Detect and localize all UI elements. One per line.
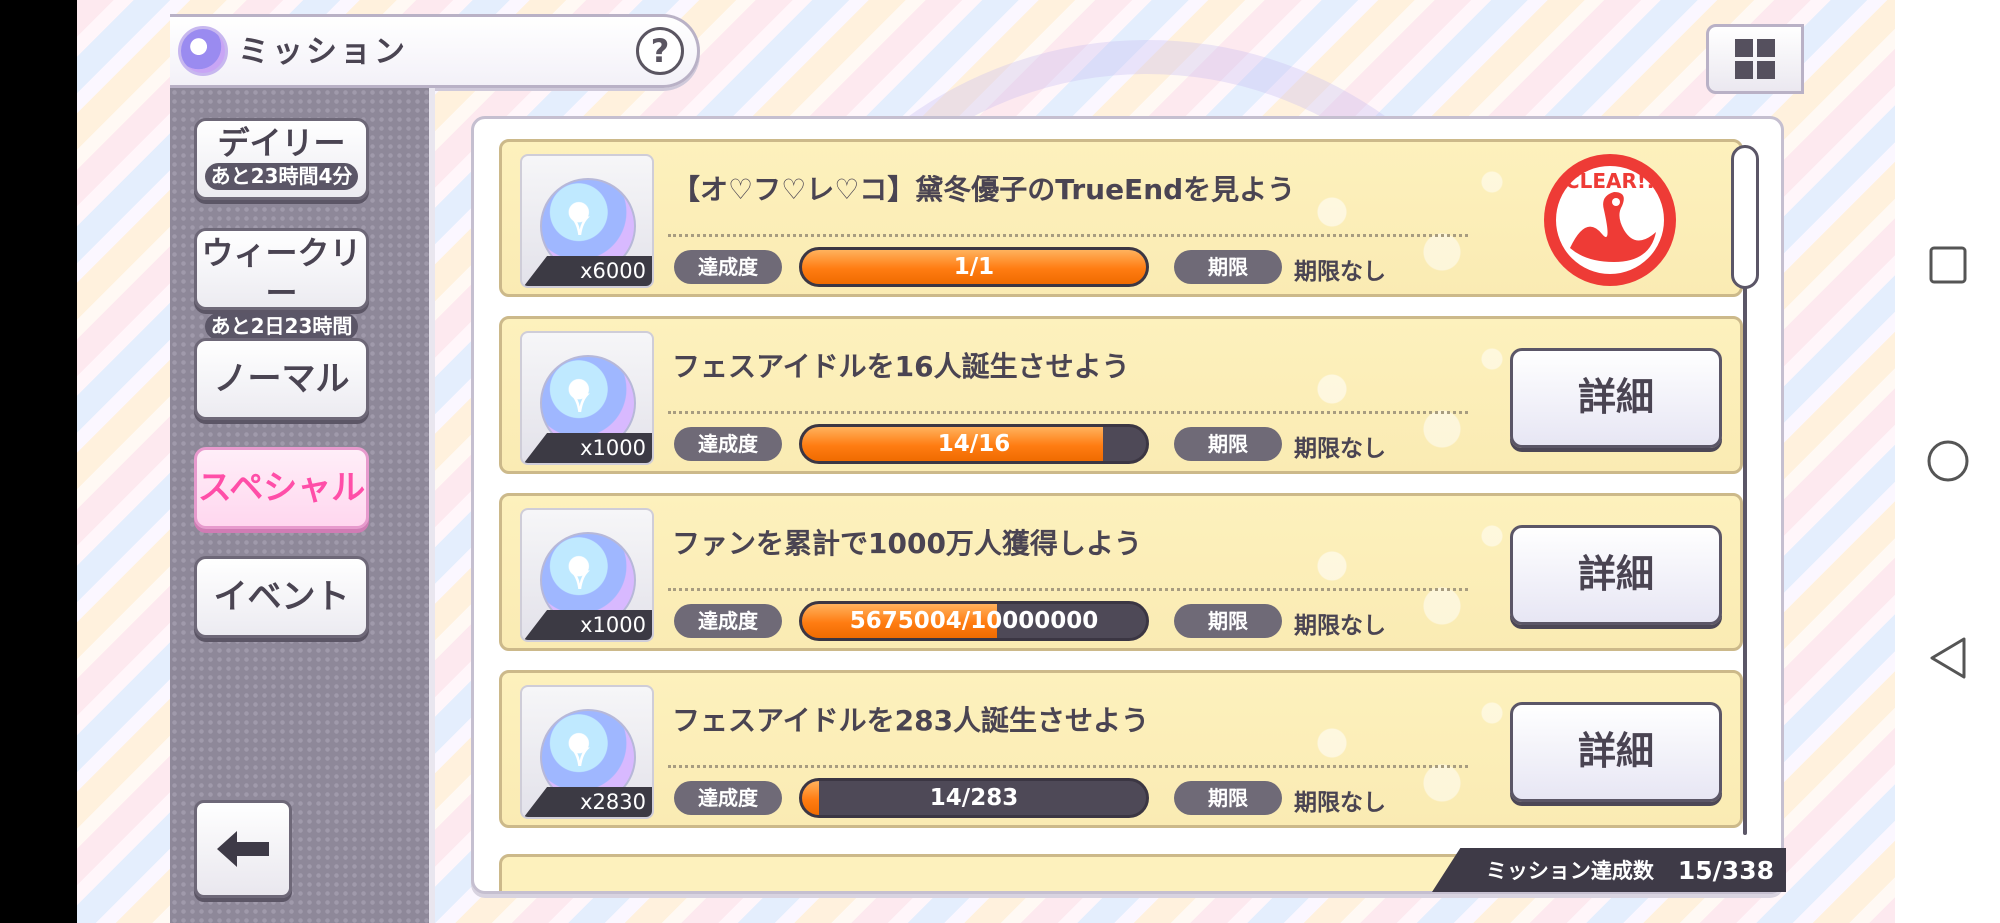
arrow-left-icon xyxy=(217,831,269,867)
reward-count: x6000 xyxy=(524,256,652,286)
deadline-value: 期限なし xyxy=(1294,790,1386,816)
progress-bar: 14/16 xyxy=(799,424,1149,464)
deadline-value: 期限なし xyxy=(1294,259,1386,285)
tab-label: ノーマル xyxy=(213,359,350,399)
reward-item: ⋎ x1000 xyxy=(520,331,654,465)
tab-normal[interactable]: ノーマル xyxy=(194,338,369,420)
mission-count-label: ミッション達成数 xyxy=(1485,859,1654,883)
tab-special[interactable]: スペシャル xyxy=(194,447,369,529)
square-icon xyxy=(1929,246,1967,284)
progress-text: 1/1 xyxy=(953,254,995,280)
deadline-value: 期限なし xyxy=(1294,613,1386,639)
tab-label: ウィークリー xyxy=(201,234,362,312)
help-button[interactable]: ? xyxy=(636,27,684,75)
grid-icon xyxy=(1735,39,1775,79)
progress-bar: 5675004/10000000 xyxy=(799,601,1149,641)
progress-text: 14/16 xyxy=(937,431,1011,457)
deadline-label: 期限 xyxy=(1174,781,1282,815)
reward-count: x1000 xyxy=(524,610,652,640)
svg-text:CLEAR!!: CLEAR!! xyxy=(1565,169,1655,193)
tab-event[interactable]: イベント xyxy=(194,556,369,638)
mission-title: 【オ♡フ♡レ♡コ】黛冬優子のTrueEndを見よう xyxy=(672,173,1296,206)
detail-button[interactable]: 詳細 xyxy=(1510,348,1722,448)
tab-label: イベント xyxy=(213,577,350,617)
progress-text: 14/283 xyxy=(929,785,1019,811)
mission-row: ⋎ x1000 ファンを累計で1000万人獲得しよう 達成度 5675004/1… xyxy=(499,493,1743,651)
progress-label: 達成度 xyxy=(674,250,782,284)
mission-row: ⋎ x1000 フェスアイドルを16人誕生させよう 達成度 14/16 期限 期… xyxy=(499,316,1743,474)
progress-label: 達成度 xyxy=(674,427,782,461)
tab-weekly[interactable]: ウィークリー あと2日23時間 xyxy=(194,228,369,340)
mission-title: フェスアイドルを283人誕生させよう xyxy=(672,704,1150,737)
mission-title: ファンを累計で1000万人獲得しよう xyxy=(672,527,1142,560)
deadline-label: 期限 xyxy=(1174,604,1282,638)
progress-label: 達成度 xyxy=(674,604,782,638)
progress-bar: 14/283 xyxy=(799,778,1149,818)
detail-button[interactable]: 詳細 xyxy=(1510,525,1722,625)
home-button[interactable] xyxy=(1925,438,1971,484)
deadline-label: 期限 xyxy=(1174,427,1282,461)
mission-row: ⋎ x2830 フェスアイドルを283人誕生させよう 達成度 14/283 期限… xyxy=(499,670,1743,828)
reward-item: ⋎ x2830 xyxy=(520,685,654,819)
triangle-back-icon xyxy=(1930,637,1966,679)
mission-row: ⋎ x6000 【オ♡フ♡レ♡コ】黛冬優子のTrueEndを見よう 達成度 1/… xyxy=(499,139,1743,297)
circle-icon xyxy=(1927,440,1969,482)
left-black-bar xyxy=(0,0,77,923)
progress-text: 5675004/10000000 xyxy=(849,608,1099,634)
mission-list-panel: ⋎ x6000 【オ♡フ♡レ♡コ】黛冬優子のTrueEndを見よう 達成度 1/… xyxy=(471,116,1784,894)
tab-remaining-time: あと23時間4分 xyxy=(205,163,358,190)
menu-button[interactable] xyxy=(1706,24,1804,94)
clear-stamp-icon: CLEAR!! xyxy=(1544,154,1676,286)
tab-remaining-time: あと2日23時間 xyxy=(205,313,358,340)
tab-label: スペシャル xyxy=(197,468,366,508)
deadline-label: 期限 xyxy=(1174,250,1282,284)
tab-daily[interactable]: デイリー あと23時間4分 xyxy=(194,118,369,200)
reward-item: ⋎ x6000 xyxy=(520,154,654,288)
reward-count: x1000 xyxy=(524,433,652,463)
mission-title: フェスアイドルを16人誕生させよう xyxy=(672,350,1130,383)
scrollbar-thumb[interactable] xyxy=(1731,145,1759,289)
recent-apps-button[interactable] xyxy=(1925,242,1971,288)
mission-icon xyxy=(178,26,228,76)
mission-count-value: 15/338 xyxy=(1677,855,1774,885)
progress-label: 達成度 xyxy=(674,781,782,815)
back-button[interactable] xyxy=(194,800,292,898)
reward-item: ⋎ x1000 xyxy=(520,508,654,642)
mission-count-badge: ミッション達成数 15/338 xyxy=(1432,848,1786,892)
reward-count: x2830 xyxy=(524,787,652,817)
progress-bar: 1/1 xyxy=(799,247,1149,287)
tab-label: デイリー xyxy=(217,124,346,162)
page-title: ミッション xyxy=(238,34,408,70)
back-nav-button[interactable] xyxy=(1925,635,1971,681)
deadline-value: 期限なし xyxy=(1294,436,1386,462)
detail-button[interactable]: 詳細 xyxy=(1510,702,1722,802)
